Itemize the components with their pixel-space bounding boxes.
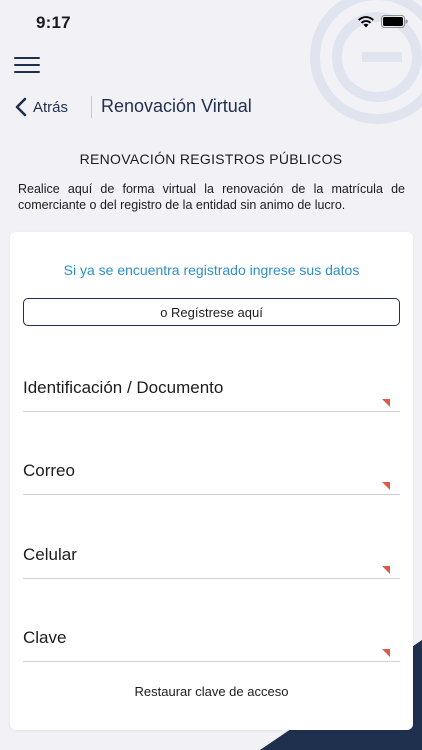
section-title: RENOVACIÓN REGISTROS PÚBLICOS xyxy=(79,151,343,167)
required-marker-icon xyxy=(382,649,390,657)
password-field[interactable]: Clave xyxy=(23,622,400,662)
nav-divider xyxy=(91,96,92,118)
login-card: Si ya se encuentra registrado ingrese su… xyxy=(10,232,413,730)
login-prompt: Si ya se encuentra registrado ingrese su… xyxy=(63,262,360,278)
description-text: Realice aquí de forma virtual la renovac… xyxy=(18,182,405,212)
status-bar: 9:17 xyxy=(0,0,422,46)
battery-icon xyxy=(381,15,408,28)
wifi-icon xyxy=(358,16,374,28)
restore-password-link[interactable]: Restaurar clave de acceso xyxy=(10,684,413,699)
required-marker-icon xyxy=(382,482,390,490)
field-underline xyxy=(23,661,400,662)
required-marker-icon xyxy=(382,566,390,574)
email-field[interactable]: Correo xyxy=(23,455,400,495)
back-button[interactable]: Atrás xyxy=(15,94,68,120)
page-title: Renovación Virtual xyxy=(101,96,252,116)
status-icons xyxy=(357,15,408,28)
chevron-left-icon xyxy=(15,97,27,117)
field-underline xyxy=(23,578,400,579)
app-screen: 9:17 Atrás Renovación Virtual RENOVACIÓN… xyxy=(0,0,422,750)
hamburger-menu-icon[interactable] xyxy=(14,57,40,77)
identification-field-label: Identificación / Documento xyxy=(23,378,224,397)
field-underline xyxy=(23,411,400,412)
field-underline xyxy=(23,494,400,495)
identification-field[interactable]: Identificación / Documento xyxy=(23,372,400,412)
password-field-label: Clave xyxy=(23,628,67,647)
status-time: 9:17 xyxy=(36,13,71,32)
phone-field[interactable]: Celular xyxy=(23,539,400,579)
required-marker-icon xyxy=(382,399,390,407)
email-field-label: Correo xyxy=(23,461,75,480)
back-label: Atrás xyxy=(33,98,69,116)
register-button[interactable]: o Regístrese aquí xyxy=(23,298,400,326)
phone-field-label: Celular xyxy=(23,545,77,564)
